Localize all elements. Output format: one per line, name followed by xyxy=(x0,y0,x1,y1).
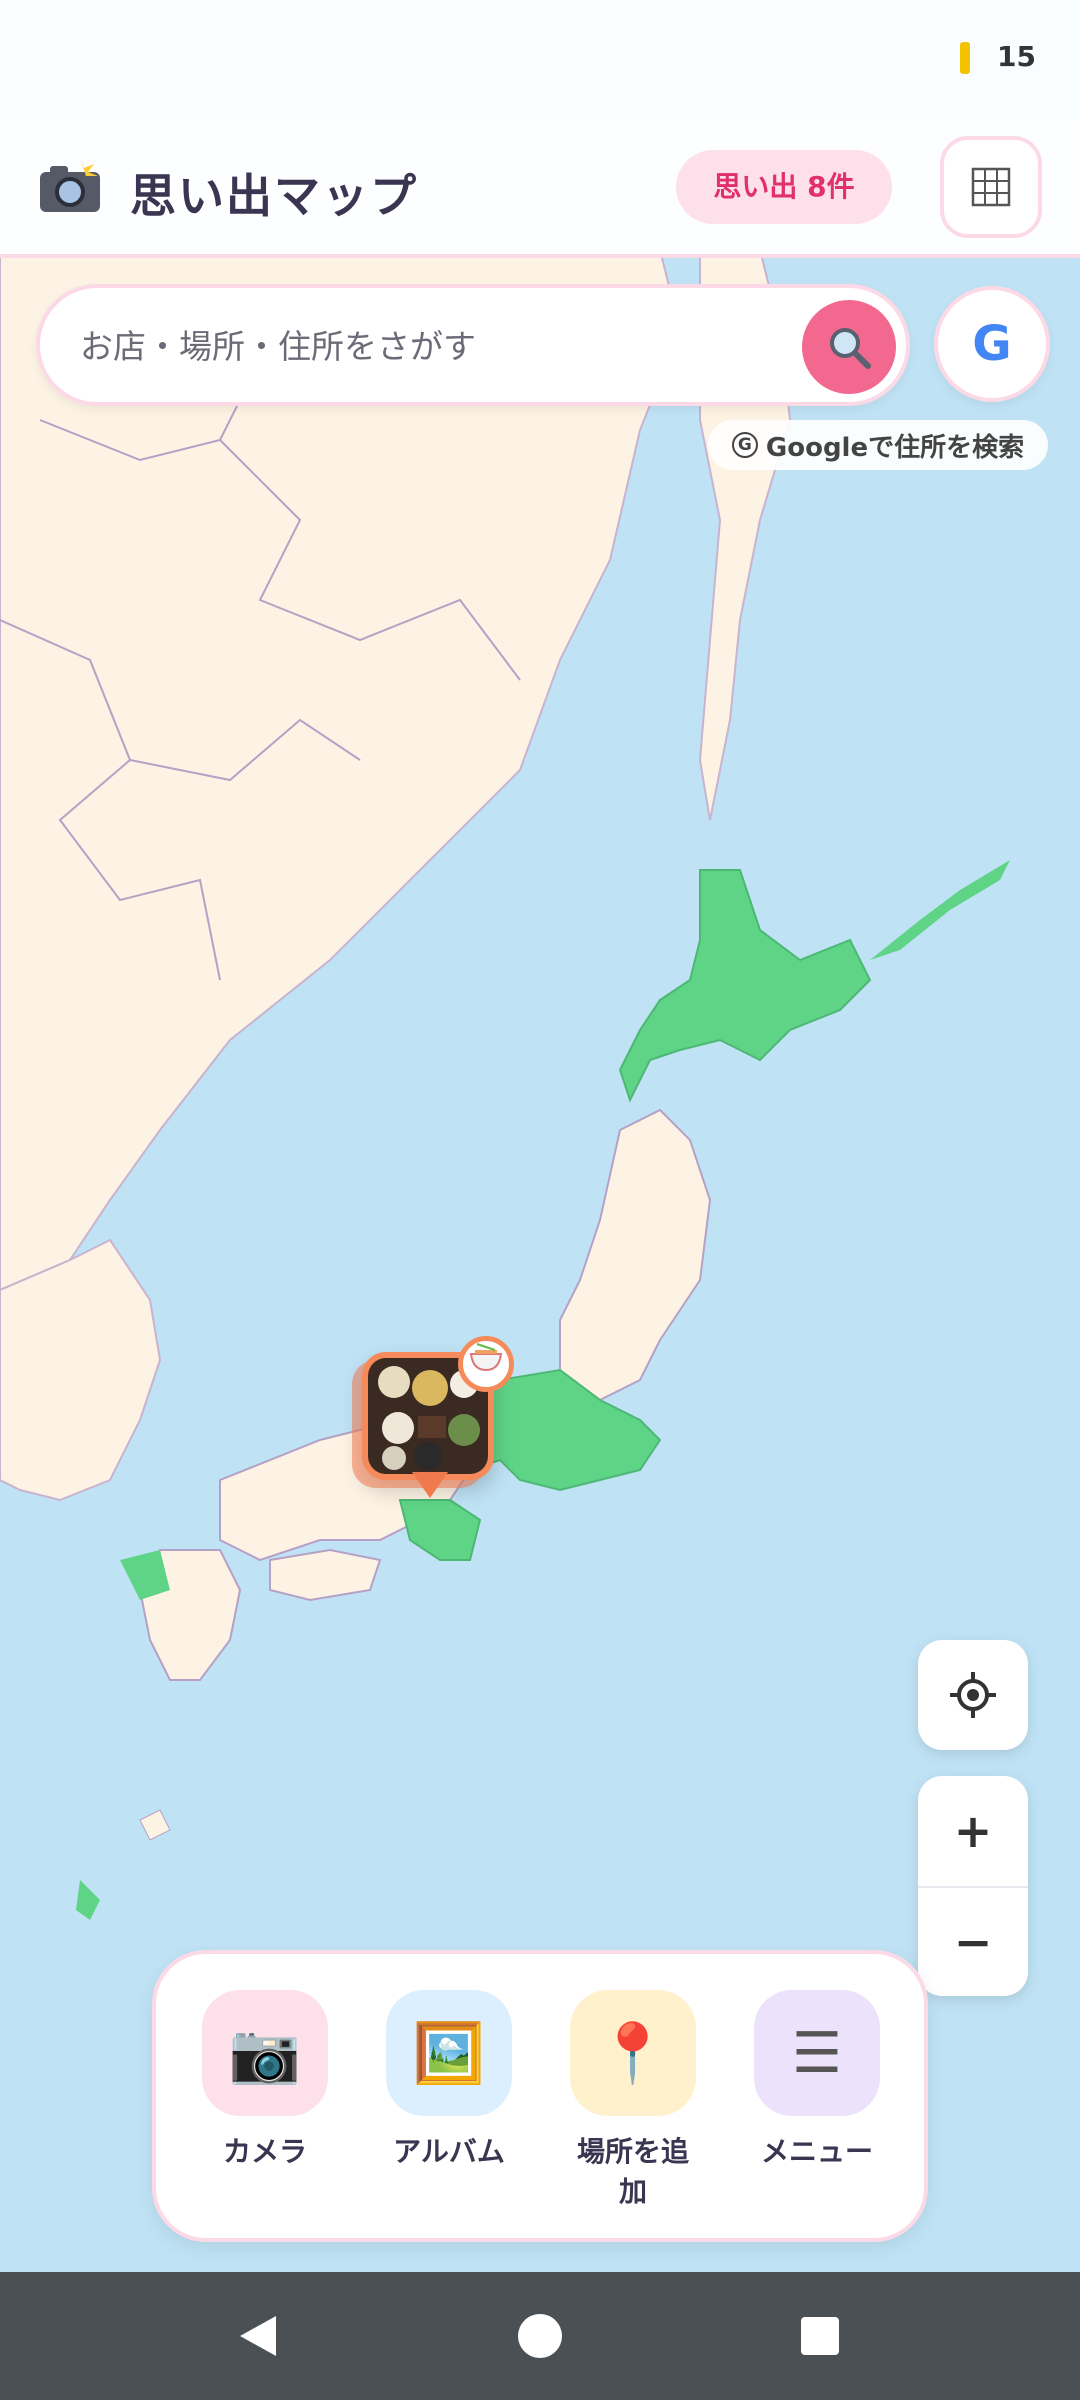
search-button[interactable] xyxy=(802,300,896,394)
camera-icon: 📷 xyxy=(202,1990,328,2116)
map-pin-icon: 📍 xyxy=(570,1990,696,2116)
recents-icon xyxy=(801,2317,839,2355)
ramen-bowl-icon xyxy=(458,1336,514,1392)
google-hint-label: Googleで住所を検索 xyxy=(765,432,1025,463)
crosshair-locate-icon xyxy=(950,1672,996,1718)
back-button[interactable] xyxy=(218,2296,298,2376)
pin-tail xyxy=(412,1472,448,1498)
magnifier-icon xyxy=(830,328,871,369)
zoom-in-button[interactable]: + xyxy=(918,1776,1028,1886)
google-search-button[interactable]: G xyxy=(934,286,1050,402)
page-title: 思い出マップ xyxy=(130,169,418,223)
grid-icon xyxy=(971,167,1011,207)
recents-button[interactable] xyxy=(780,2296,860,2376)
battery-icon xyxy=(960,42,970,74)
search-input[interactable] xyxy=(80,318,800,374)
camera-action[interactable]: 📷 カメラ xyxy=(200,1990,330,2172)
status-bar: 15 xyxy=(0,0,1080,120)
camera-flash-icon xyxy=(36,158,104,216)
camera-action-label: カメラ xyxy=(222,2135,307,2168)
home-icon xyxy=(518,2314,562,2358)
menu-action[interactable]: ☰ メニュー xyxy=(752,1990,882,2172)
zoom-out-button[interactable]: − xyxy=(918,1886,1028,1996)
battery-level: 15 xyxy=(997,40,1036,73)
google-g-icon: G xyxy=(731,432,758,458)
system-nav-bar xyxy=(0,2272,1080,2400)
back-icon xyxy=(240,2316,276,2356)
framed-picture-icon: 🖼️ xyxy=(386,1990,512,2116)
zoom-controls: + − xyxy=(918,1776,1028,1996)
action-panel: 📷 カメラ 🖼️ アルバム 📍 場所を追加 ☰ メニュー xyxy=(152,1950,928,2242)
add-place-action-label: 場所を追加 xyxy=(576,2135,689,2208)
menu-action-label: メニュー xyxy=(760,2135,873,2168)
memory-pin[interactable] xyxy=(362,1336,514,1498)
search-bar xyxy=(36,284,910,406)
grid-view-button[interactable] xyxy=(940,136,1042,238)
add-place-action[interactable]: 📍 場所を追加 xyxy=(568,1990,698,2212)
hamburger-menu-icon: ☰ xyxy=(754,1990,880,2116)
album-action-label: アルバム xyxy=(393,2135,505,2168)
google-hint[interactable]: G Googleで住所を検索 xyxy=(708,420,1048,470)
album-action[interactable]: 🖼️ アルバム xyxy=(384,1990,514,2172)
locate-button[interactable] xyxy=(918,1640,1028,1750)
memory-count-badge[interactable]: 思い出 8件 xyxy=(676,150,892,224)
app-header: 思い出マップ 思い出 8件 xyxy=(0,120,1080,258)
home-button[interactable] xyxy=(500,2296,580,2376)
